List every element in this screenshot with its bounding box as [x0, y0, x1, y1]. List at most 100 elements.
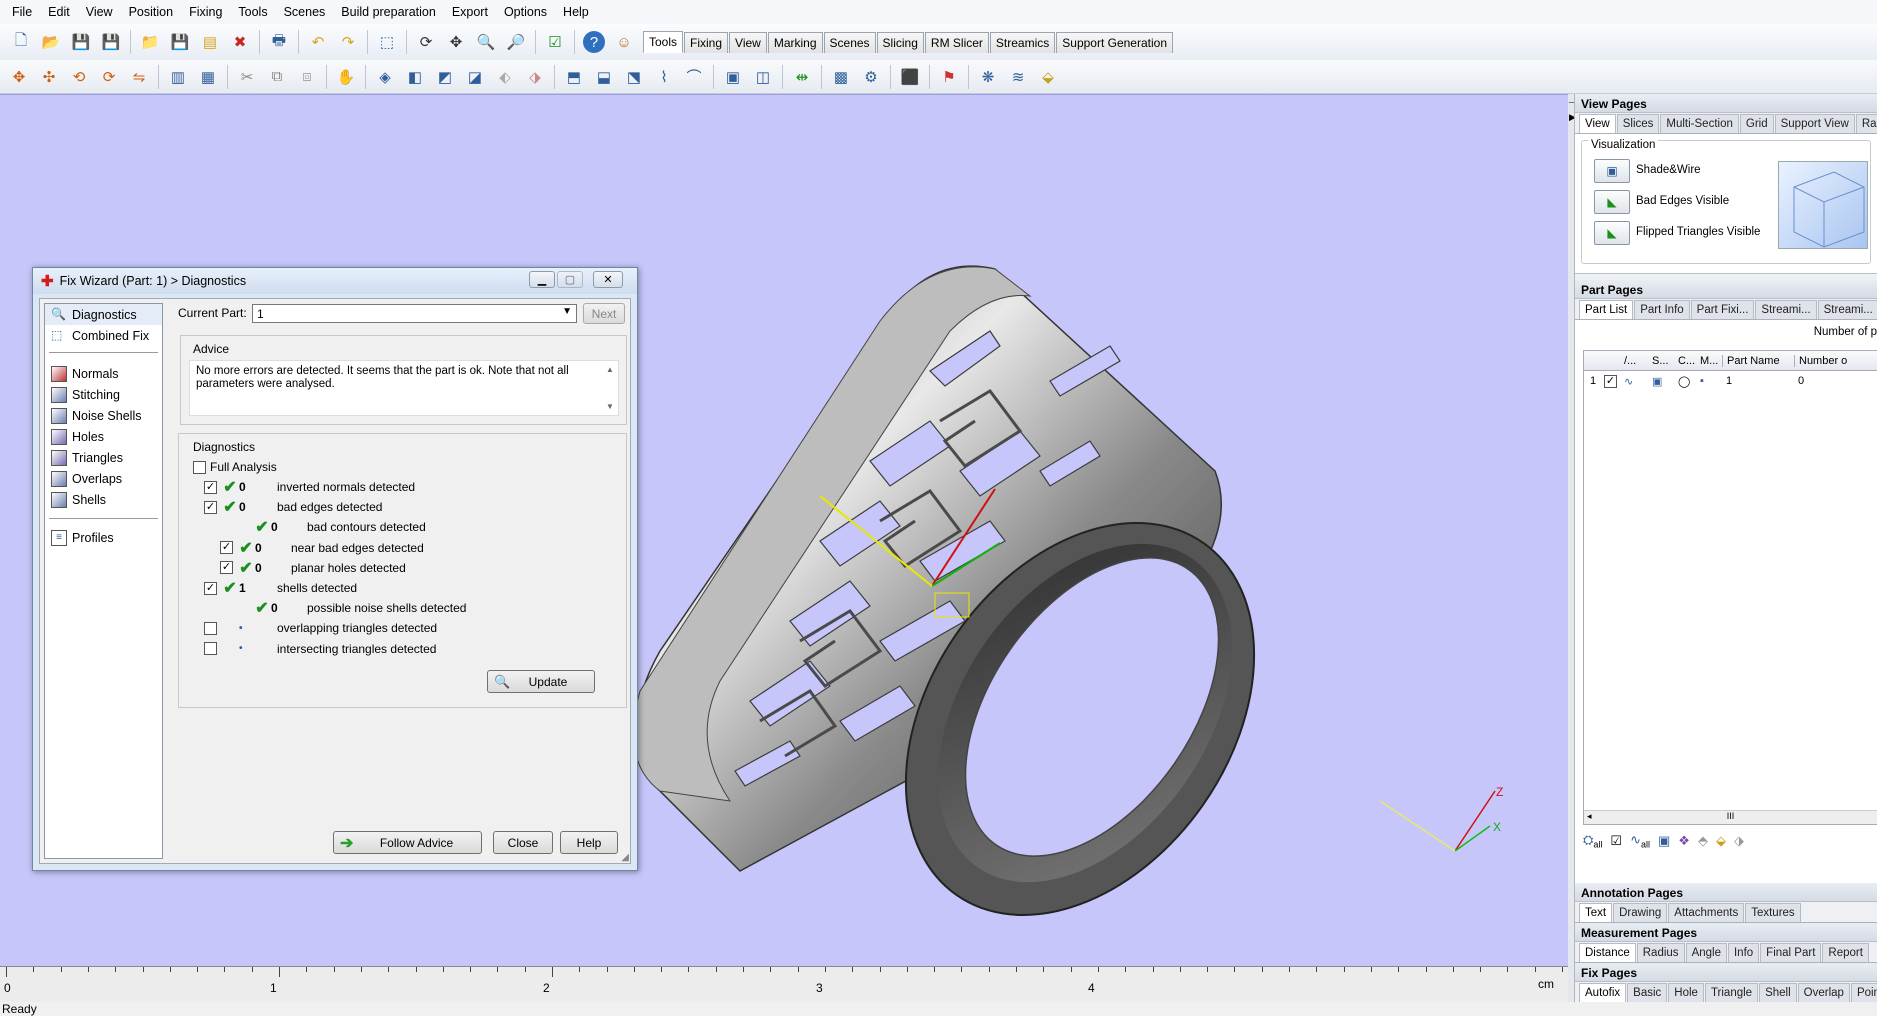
diagnostic-checkbox[interactable]: ✓: [220, 561, 233, 575]
shade-wire-button[interactable]: ▣: [1594, 159, 1630, 183]
hand-icon[interactable]: ✋: [335, 66, 357, 88]
nav-holes[interactable]: Holes: [45, 426, 162, 447]
tab-info[interactable]: Info: [1727, 943, 1760, 962]
horizontal-scrollbar[interactable]: ◂ III: [1584, 810, 1877, 824]
tab-streamics[interactable]: Streamics: [989, 32, 1056, 53]
support-icon[interactable]: ❋: [977, 66, 999, 88]
undo-icon[interactable]: ↶: [307, 31, 329, 53]
nav-triangles[interactable]: Triangles: [45, 447, 162, 468]
check-icon[interactable]: ☑: [544, 31, 566, 53]
nav-noise-shells[interactable]: Noise Shells: [45, 405, 162, 426]
tab-part-info[interactable]: Part Info: [1634, 300, 1690, 319]
wire-icon[interactable]: ∿: [1624, 375, 1652, 388]
rotate-axis-icon[interactable]: ⟳: [98, 66, 120, 88]
zoom-icon[interactable]: 🔍: [475, 31, 497, 53]
tab-view[interactable]: View: [729, 32, 767, 53]
diagnostic-checkbox[interactable]: ✓: [204, 581, 217, 595]
open-folder-icon[interactable]: 📂: [40, 31, 62, 53]
hollow-icon[interactable]: ◩: [434, 66, 456, 88]
tab-fixing[interactable]: Fixing: [684, 32, 729, 53]
col-header-part-name[interactable]: Part Name: [1722, 354, 1794, 367]
tab-radius[interactable]: Radius: [1636, 943, 1685, 962]
menu-help[interactable]: Help: [555, 5, 597, 19]
extrude-icon[interactable]: ⬔: [623, 66, 645, 88]
tab-marking[interactable]: Marking: [767, 32, 823, 53]
tab-streami[interactable]: Streami...: [1755, 300, 1817, 319]
tab-final-part[interactable]: Final Part: [1760, 943, 1822, 962]
current-part-select[interactable]: 1 ▼: [252, 304, 577, 323]
nav-profiles[interactable]: ≡ Profiles: [45, 527, 162, 548]
diagnostic-checkbox[interactable]: [204, 642, 217, 656]
diagnostic-row[interactable]: ✓ ✔ 0 bad edges detected: [199, 498, 382, 516]
annotation-pages-header[interactable]: Annotation Pages: [1575, 883, 1877, 902]
section-icon[interactable]: ◧: [404, 66, 426, 88]
tab-autofix[interactable]: Autofix: [1579, 983, 1627, 1002]
tab-scenes[interactable]: Scenes: [823, 32, 876, 53]
wire-all-icon[interactable]: ∿all: [1630, 832, 1650, 850]
scale-icon[interactable]: ⇹: [791, 66, 813, 88]
nav-normals[interactable]: Normals: [45, 363, 162, 384]
tab-text[interactable]: Text: [1579, 903, 1613, 922]
tab-shell[interactable]: Shell: [1759, 983, 1797, 1002]
fix-pages-header[interactable]: Fix Pages: [1575, 963, 1877, 982]
tab-angle[interactable]: Angle: [1685, 943, 1727, 962]
menu-build-preparation[interactable]: Build preparation: [333, 5, 444, 19]
tab-point[interactable]: Point: [1850, 983, 1877, 1002]
tab-slices[interactable]: Slices: [1616, 114, 1660, 133]
pack-icon[interactable]: ⬛: [899, 66, 921, 88]
save-part-icon[interactable]: ▤: [199, 31, 221, 53]
tab-multi-section[interactable]: Multi-Section: [1660, 114, 1739, 133]
tab-attachments[interactable]: Attachments: [1668, 903, 1745, 922]
checkbox-all-icon[interactable]: ☑: [1610, 833, 1622, 849]
cut-icon[interactable]: ✂: [236, 66, 258, 88]
menu-scenes[interactable]: Scenes: [276, 5, 334, 19]
new-file-icon[interactable]: 🗋: [10, 31, 32, 53]
save-project-icon[interactable]: 💾: [169, 31, 191, 53]
diagnostic-row[interactable]: • overlapping triangles detected: [199, 619, 437, 637]
mirror-icon[interactable]: ⇋: [128, 66, 150, 88]
tab-basic[interactable]: Basic: [1627, 983, 1668, 1002]
rotate-part-icon[interactable]: ⟲: [68, 66, 90, 88]
tab-hole[interactable]: Hole: [1668, 983, 1704, 1002]
align-icon[interactable]: ▦: [197, 66, 219, 88]
tab-slicing[interactable]: Slicing: [876, 32, 924, 53]
hatch-icon[interactable]: ≋: [1007, 66, 1029, 88]
nav-overlaps[interactable]: Overlaps: [45, 468, 162, 489]
follow-advice-button[interactable]: ➔ Follow Advice: [333, 831, 482, 854]
part-visible-checkbox[interactable]: ✓: [1604, 374, 1617, 388]
diagnostic-row[interactable]: ✓ ✔ 0 near bad edges detected: [199, 539, 424, 557]
shade-all-icon[interactable]: ▣: [1658, 833, 1670, 849]
select-all-icon[interactable]: ⛭all: [1583, 832, 1602, 850]
part-name-cell[interactable]: 1: [1722, 375, 1794, 387]
merge-icon[interactable]: ⧈: [296, 66, 318, 88]
col-header-color[interactable]: C...: [1678, 355, 1700, 367]
measure-icon[interactable]: ◈: [374, 66, 396, 88]
tab-view[interactable]: View: [1579, 114, 1616, 133]
update-button[interactable]: 🔍 Update: [487, 670, 595, 693]
diagnostic-row[interactable]: ✔ 0 bad contours detected: [199, 518, 425, 536]
diagnostic-checkbox[interactable]: ✓: [220, 541, 233, 555]
part-tool-2-icon[interactable]: ⬙: [1716, 833, 1726, 849]
tab-grid[interactable]: Grid: [1739, 114, 1774, 133]
nest-icon[interactable]: ⚙: [860, 66, 882, 88]
tab-tools[interactable]: Tools: [643, 31, 684, 53]
tab-overlap[interactable]: Overlap: [1797, 983, 1850, 1002]
tab-drawing[interactable]: Drawing: [1613, 903, 1668, 922]
part-pages-header[interactable]: Part Pages: [1575, 280, 1877, 299]
bad-edges-button[interactable]: ◣: [1594, 190, 1630, 214]
close-window-button[interactable]: ✕: [593, 271, 623, 288]
measurement-pages-header[interactable]: Measurement Pages: [1575, 923, 1877, 942]
flipped-triangles-button[interactable]: ◣: [1594, 221, 1630, 245]
report-icon[interactable]: ⚑: [938, 66, 960, 88]
menu-file[interactable]: File: [4, 5, 40, 19]
part-tool-3-icon[interactable]: ⬗: [1734, 833, 1744, 849]
zoom-fit-icon[interactable]: 🔎: [505, 31, 527, 53]
col-header-number[interactable]: Number o: [1794, 354, 1854, 367]
move-icon[interactable]: ✥: [8, 66, 30, 88]
diagnostic-checkbox[interactable]: [204, 621, 217, 635]
frame-icon[interactable]: ◫: [752, 66, 774, 88]
minimize-button[interactable]: ▁: [529, 271, 555, 288]
tab-streami[interactable]: Streami...: [1817, 300, 1877, 319]
tab-rm-slicer[interactable]: RM Slicer: [924, 32, 989, 53]
delete-part-icon[interactable]: ✖: [229, 31, 251, 53]
